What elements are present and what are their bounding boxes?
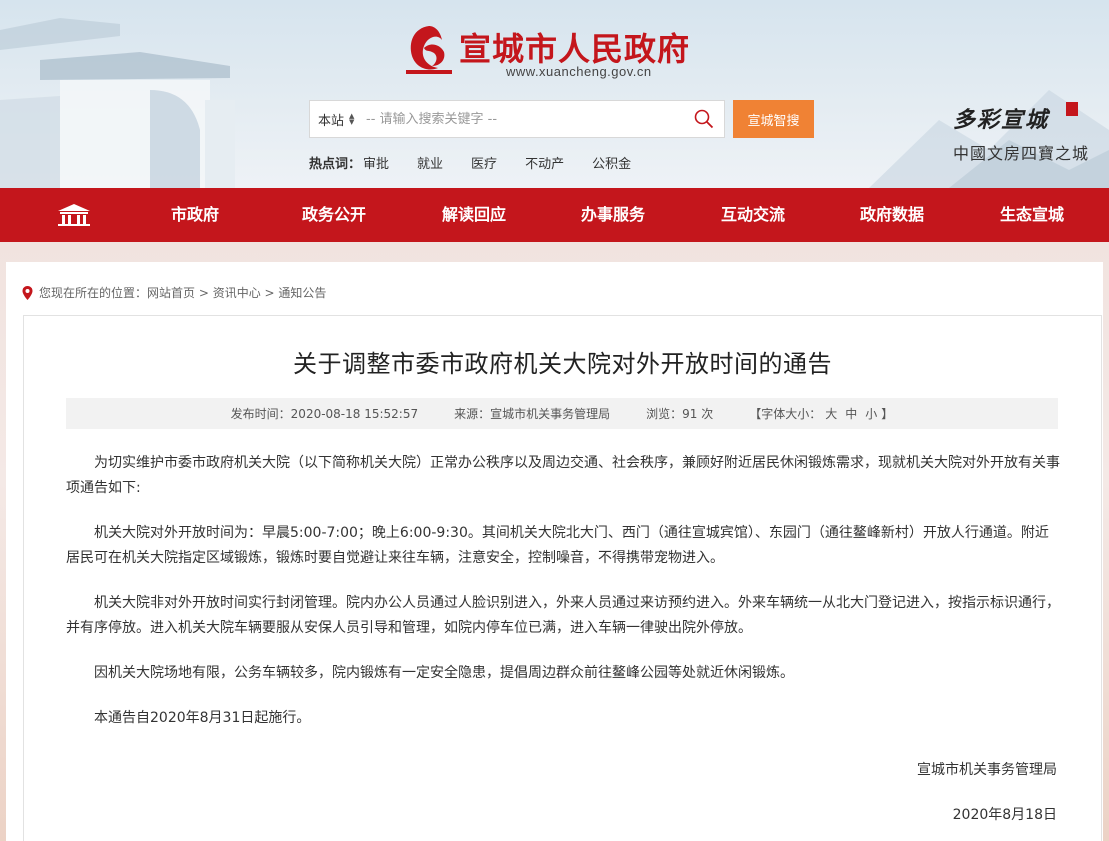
article-date: 2020年8月18日 bbox=[952, 807, 1057, 823]
article-paragraph: 为切实维护市委市政府机关大院（以下简称机关大院）正常办公秩序以及周边交通、社会秩… bbox=[66, 455, 1060, 496]
nav-item-data[interactable]: 政府数据 bbox=[832, 188, 952, 242]
article-body: 为切实维护市委市政府机关大院（以下简称机关大院）正常办公秩序以及周边交通、社会秩… bbox=[66, 451, 1060, 751]
article-paragraph: 本通告自2020年8月31日起施行。 bbox=[94, 710, 311, 726]
breadcrumb-news[interactable]: 资讯中心 bbox=[213, 284, 261, 301]
government-emblem-icon bbox=[406, 26, 452, 74]
nav-item-interpretation[interactable]: 解读回应 bbox=[414, 188, 534, 242]
hotword-link[interactable]: 公积金 bbox=[592, 153, 631, 172]
nav-item-public-affairs[interactable]: 政务公开 bbox=[274, 188, 394, 242]
up-down-arrow-icon: ▲ ▼ bbox=[349, 112, 355, 126]
hotwords-bar: 热点词： 审批 就业 医疗 不动产 公积金 bbox=[309, 153, 659, 172]
city-subslogan: 中國文房四寶之城 bbox=[953, 144, 1090, 163]
nav-item-government[interactable]: 市政府 bbox=[135, 188, 255, 242]
hotwords-label: 热点词： bbox=[309, 157, 362, 172]
font-large-button[interactable]: 大 bbox=[825, 405, 837, 422]
seal-icon bbox=[1066, 102, 1078, 116]
site-header: 宣城市人民政府 www.xuancheng.gov.cn 本站 ▲▼ 宣城智搜 … bbox=[0, 0, 1109, 188]
main-nav: 市政府 政务公开 解读回应 办事服务 互动交流 政府数据 生态宣城 bbox=[0, 188, 1109, 242]
building-icon[interactable] bbox=[56, 203, 92, 227]
hotword-link[interactable]: 审批 bbox=[363, 153, 389, 172]
article-paragraph: 因机关大院场地有限，公务车辆较多，院内锻炼有一定安全隐患，提倡周边群众前往鳌峰公… bbox=[94, 665, 794, 681]
search-box: 本站 ▲ ▼ bbox=[309, 100, 725, 138]
search-input[interactable] bbox=[366, 101, 684, 137]
breadcrumb-separator: > bbox=[195, 285, 213, 300]
breadcrumb: 您现在所在的位置： 网站首页 > 资讯中心 > 通知公告 bbox=[22, 284, 326, 301]
article-source: 来源：宣城市机关事务管理局 bbox=[454, 407, 611, 421]
nav-item-interaction[interactable]: 互动交流 bbox=[693, 188, 813, 242]
breadcrumb-prefix: 您现在所在的位置： bbox=[39, 286, 148, 300]
hotword-link[interactable]: 医疗 bbox=[471, 153, 497, 172]
search-scope-label: 本站 bbox=[318, 113, 345, 129]
view-count: 浏览：91 次 bbox=[646, 407, 714, 421]
font-size-control: 【字体大小： 大 中 小 】 bbox=[749, 405, 893, 422]
font-small-button[interactable]: 小 bbox=[865, 405, 877, 422]
article-meta: 发布时间：2020-08-18 15:52:57 来源：宣城市机关事务管理局 浏… bbox=[66, 398, 1058, 429]
nav-item-services[interactable]: 办事服务 bbox=[553, 188, 673, 242]
font-medium-button[interactable]: 中 bbox=[845, 405, 857, 422]
hotword-link[interactable]: 就业 bbox=[417, 153, 443, 172]
article-signature: 宣城市机关事务管理局 bbox=[917, 762, 1057, 778]
city-slogan: 多彩宣城 bbox=[953, 107, 1050, 133]
search-scope-select[interactable]: 本站 ▲ ▼ bbox=[310, 110, 366, 129]
site-url: www.xuancheng.gov.cn bbox=[506, 64, 652, 79]
article: 关于调整市委市政府机关大院对外开放时间的通告 发布时间：2020-08-18 1… bbox=[23, 315, 1102, 841]
article-title: 关于调整市委市政府机关大院对外开放时间的通告 bbox=[293, 350, 832, 378]
location-pin-icon bbox=[22, 285, 33, 300]
breadcrumb-notices[interactable]: 通知公告 bbox=[278, 284, 326, 301]
publish-time: 发布时间：2020-08-18 15:52:57 bbox=[230, 407, 419, 421]
smart-search-button[interactable]: 宣城智搜 bbox=[733, 100, 814, 138]
article-paragraph: 机关大院非对外开放时间实行封闭管理。院内办公人员通过人脸识别进入，外来人员通过来… bbox=[66, 595, 1060, 636]
nav-item-ecology[interactable]: 生态宣城 bbox=[972, 188, 1092, 242]
breadcrumb-home[interactable]: 网站首页 bbox=[147, 284, 195, 301]
font-size-close: 】 bbox=[881, 407, 894, 421]
search-icon[interactable] bbox=[684, 101, 724, 137]
font-size-label: 【字体大小： bbox=[749, 407, 822, 421]
article-paragraph: 机关大院对外开放时间为：早晨5:00-7:00；晚上6:00-9:30。其间机关… bbox=[66, 525, 1049, 566]
breadcrumb-separator: > bbox=[260, 285, 279, 300]
hotword-link[interactable]: 不动产 bbox=[525, 153, 564, 172]
hui-architecture-art bbox=[0, 18, 235, 188]
